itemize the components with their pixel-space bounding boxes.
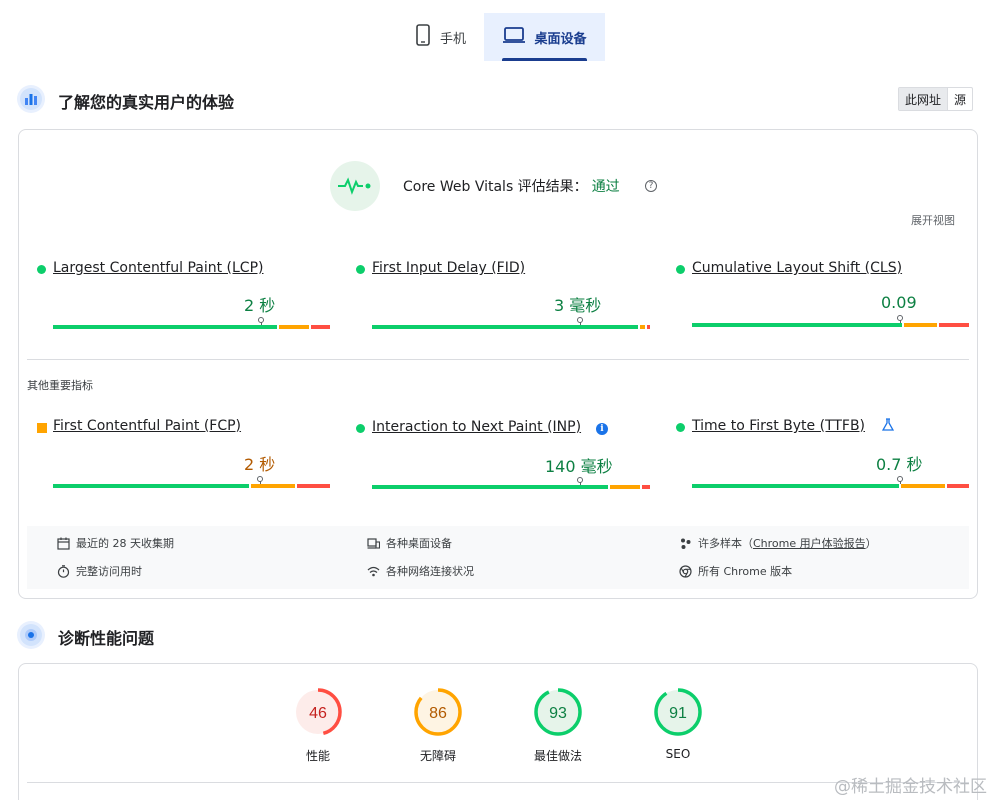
fid-metric-link[interactable]: First Input Delay (FID)	[372, 260, 525, 276]
footer-devices: 各种桌面设备	[367, 535, 452, 551]
score-value: 93	[549, 705, 567, 722]
fid-p75-marker	[577, 317, 583, 323]
cls-bar-needs-improvement	[904, 323, 937, 327]
users-icon	[679, 537, 692, 550]
cwv-pulse-icon	[330, 161, 380, 211]
cls-bar-good	[692, 323, 902, 327]
cwv-title-text: Core Web Vitals 评估结果：	[403, 179, 588, 195]
field-data-icon	[17, 85, 45, 113]
stopwatch-icon	[57, 564, 70, 578]
info-icon[interactable]: i	[596, 423, 608, 435]
ttfb-status-dot-icon	[676, 423, 685, 432]
tab-desktop-label: 桌面设备	[534, 31, 587, 47]
score-label: 最佳做法	[533, 749, 582, 763]
inp-status-dot-icon	[356, 424, 365, 433]
expand-view-link[interactable]: 展开视图	[911, 212, 955, 228]
ttfb-distribution-bar	[692, 484, 969, 488]
footer-duration: 完整访问用时	[57, 563, 142, 579]
inp-bar-good	[372, 485, 608, 489]
footer-samples: 许多样本（Chrome 用户体验报告）	[679, 535, 877, 551]
fcp-bar-good	[53, 484, 250, 488]
score-gauge-2[interactable]: 86	[413, 687, 463, 737]
field-data-title: 了解您的真实用户的体验	[58, 93, 235, 112]
other-metrics-label: 其他重要指标	[27, 379, 93, 392]
phone-icon	[416, 24, 430, 50]
score-gauge-3[interactable]: 93	[533, 687, 583, 737]
inp-distribution-bar	[372, 485, 650, 489]
score-gauge-1[interactable]: 46	[293, 687, 343, 737]
fcp-bar-poor	[297, 484, 331, 488]
fid-bar-good	[372, 325, 638, 329]
inp-metric-link[interactable]: Interaction to Next Paint (INP)	[372, 419, 581, 435]
ttfb-value: 0.7 秒	[876, 455, 923, 474]
inp-value: 140 毫秒	[545, 457, 613, 476]
fcp-value: 2 秒	[244, 455, 276, 474]
wifi-icon	[367, 565, 380, 578]
lcp-metric-link[interactable]: Largest Contentful Paint (LCP)	[53, 260, 263, 276]
cls-bar-poor	[939, 323, 969, 327]
score-value: 46	[309, 705, 327, 722]
tab-mobile[interactable]: 手机	[400, 13, 482, 61]
source-toggle[interactable]: 此网址 源	[898, 87, 974, 111]
score-value: 91	[669, 705, 687, 722]
fcp-bar-needs-improvement	[251, 484, 296, 488]
fid-status-dot-icon	[356, 265, 365, 274]
cls-value: 0.09	[881, 293, 917, 312]
lcp-status-dot-icon	[37, 265, 46, 274]
lcp-p75-marker	[258, 317, 264, 323]
cls-p75-marker	[897, 315, 903, 321]
help-icon[interactable]: ?	[645, 180, 657, 192]
source-toggle-origin[interactable]: 源	[947, 88, 972, 110]
footer-chrome-versions: 所有 Chrome 版本	[679, 563, 792, 579]
source-toggle-url[interactable]: 此网址	[899, 88, 948, 110]
laptop-icon	[502, 26, 526, 48]
watermark: @稀土掘金技术社区	[834, 777, 987, 797]
score-label: 性能	[305, 749, 330, 763]
inp-bar-needs-improvement	[610, 485, 640, 489]
ttfb-bar-good	[692, 484, 899, 488]
cls-distribution-bar	[692, 323, 969, 327]
tab-mobile-label: 手机	[439, 31, 466, 47]
cls-metric-link[interactable]: Cumulative Layout Shift (CLS)	[692, 260, 902, 276]
lcp-value: 2 秒	[244, 296, 276, 315]
lcp-bar-poor	[311, 325, 330, 329]
fcp-metric-link[interactable]: First Contentful Paint (FCP)	[53, 418, 241, 434]
lab-divider	[27, 782, 969, 783]
cls-status-dot-icon	[676, 265, 685, 274]
ttfb-p75-marker	[897, 476, 903, 482]
fid-bar-poor	[647, 325, 650, 329]
inp-bar-poor	[642, 485, 650, 489]
calendar-icon	[57, 537, 70, 550]
footer-network: 各种网络连接状况	[367, 563, 474, 579]
footer-collection-period: 最近的 28 天收集期	[57, 535, 174, 551]
diagnose-title: 诊断性能问题	[58, 629, 155, 648]
cwv-status: 通过	[591, 179, 620, 195]
fid-value: 3 毫秒	[554, 296, 602, 315]
lcp-distribution-bar	[53, 325, 330, 329]
fcp-distribution-bar	[53, 484, 331, 488]
diagnose-icon	[17, 621, 45, 649]
active-tab-indicator	[502, 58, 587, 61]
cwv-assessment: Core Web Vitals 评估结果： 通过	[403, 176, 620, 196]
chrome-icon	[679, 564, 692, 578]
ttfb-metric-link[interactable]: Time to First Byte (TTFB)	[692, 418, 865, 434]
score-label: SEO	[665, 747, 691, 761]
experimental-flask-icon[interactable]	[881, 418, 895, 435]
lcp-bar-needs-improvement	[279, 325, 309, 329]
tab-desktop[interactable]: 桌面设备	[484, 13, 605, 61]
score-label: 无障碍	[419, 749, 456, 763]
score-value: 86	[429, 705, 447, 722]
ttfb-bar-poor	[947, 484, 969, 488]
crux-report-link[interactable]: Chrome 用户体验报告	[753, 537, 866, 550]
fid-distribution-bar	[372, 325, 650, 329]
devices-icon	[367, 537, 381, 550]
lcp-bar-good	[53, 325, 277, 329]
fcp-status-square-icon	[37, 423, 47, 433]
ttfb-bar-needs-improvement	[901, 484, 945, 488]
score-gauge-4[interactable]: 91	[653, 687, 703, 737]
metrics-divider	[27, 359, 969, 360]
inp-p75-marker	[577, 477, 583, 483]
fcp-p75-marker	[257, 476, 263, 482]
